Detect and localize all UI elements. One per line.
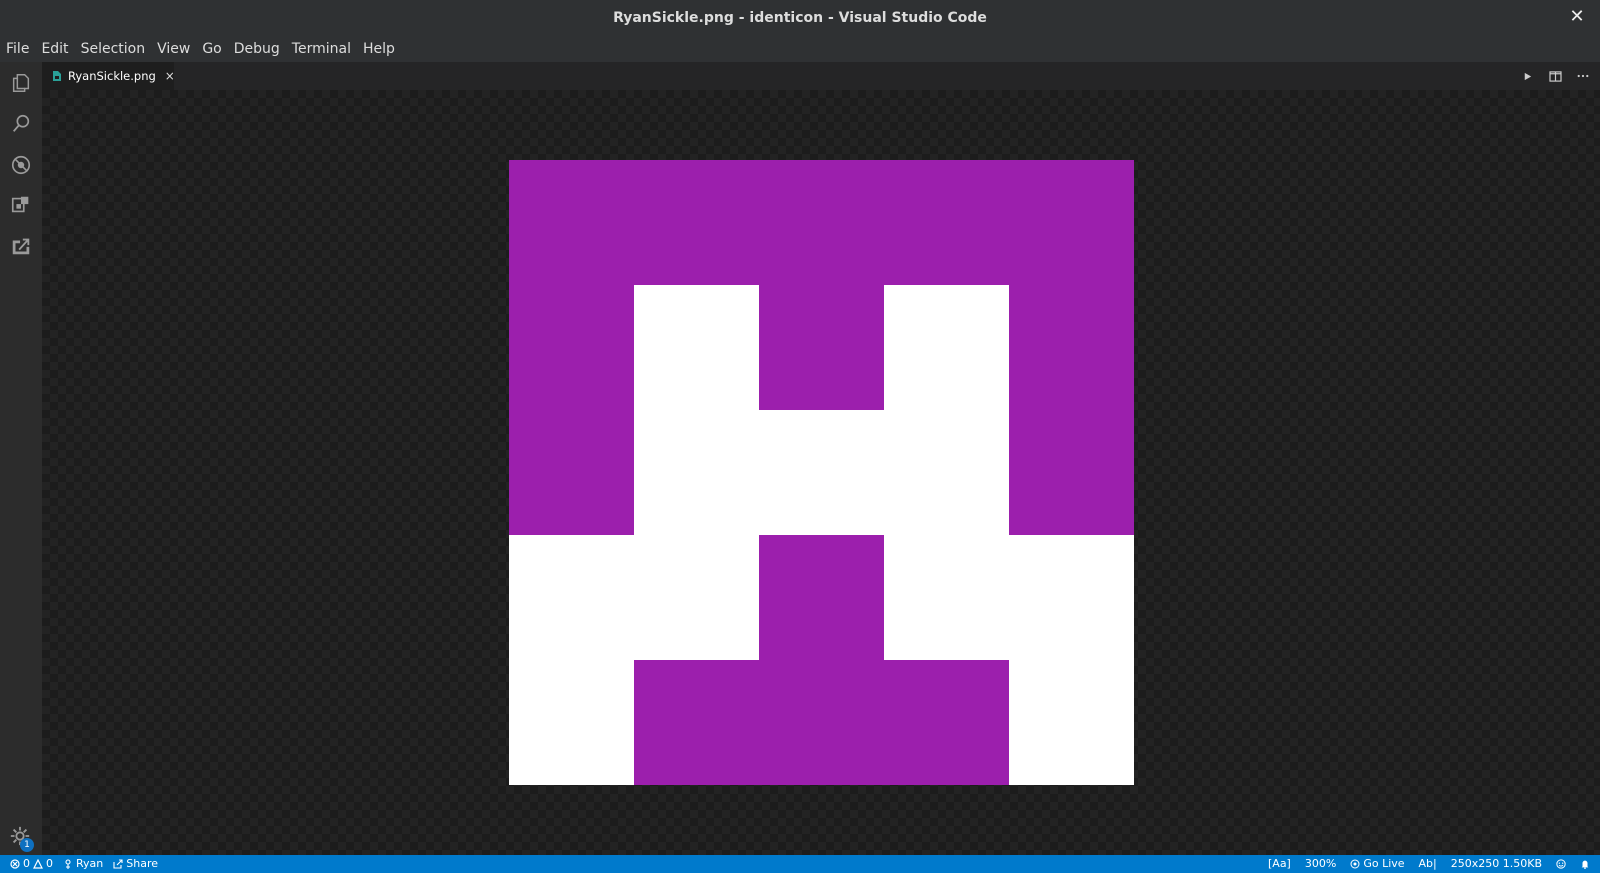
spell-checker[interactable]: Ab| bbox=[1419, 855, 1437, 873]
identicon-cell bbox=[1009, 285, 1134, 410]
extensions-icon[interactable] bbox=[9, 193, 33, 217]
menu-edit[interactable]: Edit bbox=[35, 36, 74, 62]
go-live-label: Go Live bbox=[1363, 857, 1405, 870]
status-bar: 0 0 Ryan Share [Aa] 300% Go Live Ab| 250… bbox=[0, 855, 1600, 873]
identicon-cell bbox=[634, 160, 759, 285]
menu-selection[interactable]: Selection bbox=[75, 36, 152, 62]
error-count: 0 bbox=[23, 857, 30, 870]
go-live-button[interactable]: Go Live bbox=[1350, 855, 1405, 873]
activity-bar: 1 bbox=[0, 62, 42, 855]
warning-count: 0 bbox=[46, 857, 53, 870]
error-icon bbox=[10, 859, 20, 869]
settings-badge: 1 bbox=[20, 838, 34, 852]
editor-actions bbox=[1520, 62, 1590, 90]
menu-file[interactable]: File bbox=[0, 36, 35, 62]
image-preview-editor[interactable] bbox=[42, 90, 1600, 855]
share-button[interactable]: Share bbox=[113, 855, 158, 873]
tab-ryansickle-png[interactable]: RyanSickle.png × bbox=[42, 62, 175, 90]
tab-label: RyanSickle.png bbox=[68, 69, 156, 83]
identicon-cell bbox=[509, 410, 634, 535]
more-actions-icon[interactable] bbox=[1576, 69, 1590, 83]
identicon-cell bbox=[509, 285, 634, 410]
zoom-level[interactable]: 300% bbox=[1305, 855, 1336, 873]
window-close-button[interactable]: ✕ bbox=[1568, 8, 1586, 26]
user-name: Ryan bbox=[76, 857, 104, 870]
tab-close-icon[interactable]: × bbox=[165, 69, 175, 83]
menu-go[interactable]: Go bbox=[196, 36, 227, 62]
warning-icon bbox=[33, 859, 43, 869]
broadcast-icon bbox=[1350, 859, 1360, 869]
title-bar: RyanSickle.png - identicon - Visual Stud… bbox=[0, 0, 1600, 37]
image-file-icon bbox=[52, 70, 62, 82]
split-editor-icon[interactable] bbox=[1548, 69, 1562, 83]
identicon-cell bbox=[634, 660, 759, 785]
feedback-icon[interactable] bbox=[1556, 859, 1566, 869]
identicon-cell bbox=[509, 160, 634, 285]
share-label: Share bbox=[126, 857, 159, 870]
identicon-cell bbox=[759, 285, 884, 410]
run-icon[interactable] bbox=[1520, 69, 1534, 83]
case-sensitive-toggle[interactable]: [Aa] bbox=[1268, 855, 1291, 873]
explorer-icon[interactable] bbox=[9, 71, 33, 95]
identicon-cell bbox=[1009, 160, 1134, 285]
settings-gear-icon[interactable]: 1 bbox=[9, 825, 34, 852]
live-share-user[interactable]: Ryan bbox=[63, 855, 103, 873]
identicon-cell bbox=[1009, 410, 1134, 535]
notifications-bell-icon[interactable] bbox=[1580, 859, 1590, 869]
debug-icon[interactable] bbox=[9, 153, 33, 177]
identicon-image bbox=[509, 160, 1134, 785]
menu-bar: File Edit Selection View Go Debug Termin… bbox=[0, 36, 1600, 62]
image-info: 250x250 1.50KB bbox=[1450, 857, 1542, 870]
live-share-icon[interactable] bbox=[9, 234, 33, 258]
identicon-cell bbox=[759, 160, 884, 285]
identicon-cell bbox=[884, 660, 1009, 785]
menu-help[interactable]: Help bbox=[357, 36, 401, 62]
identicon-cell bbox=[884, 160, 1009, 285]
search-icon[interactable] bbox=[9, 112, 33, 136]
menu-terminal[interactable]: Terminal bbox=[286, 36, 357, 62]
identicon-cell bbox=[759, 535, 884, 660]
menu-debug[interactable]: Debug bbox=[228, 36, 286, 62]
tab-bar: RyanSickle.png × bbox=[42, 62, 1600, 90]
identicon-cell bbox=[759, 660, 884, 785]
share-icon bbox=[113, 859, 123, 869]
user-icon bbox=[65, 859, 71, 869]
window-title: RyanSickle.png - identicon - Visual Stud… bbox=[613, 10, 987, 26]
menu-view[interactable]: View bbox=[151, 36, 196, 62]
problems-indicator[interactable]: 0 0 bbox=[10, 855, 53, 873]
